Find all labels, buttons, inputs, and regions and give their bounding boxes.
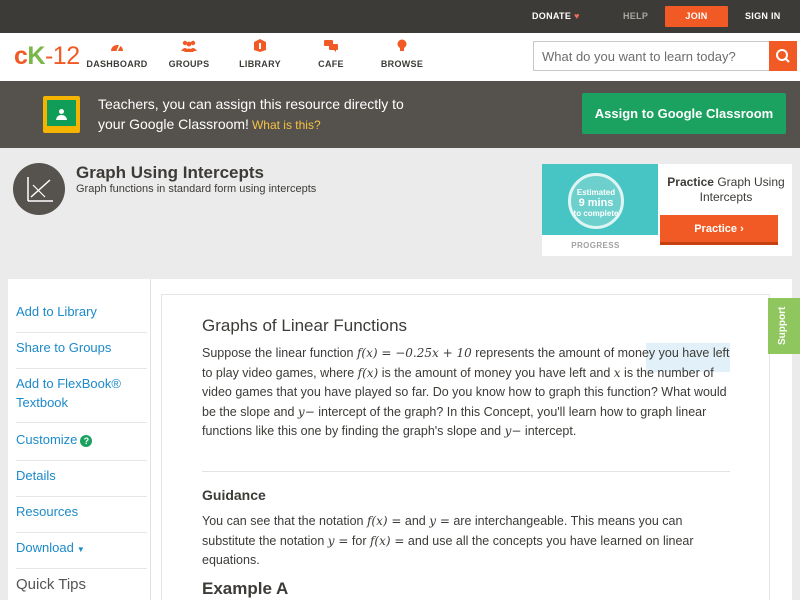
nav-dashboard[interactable]: DASHBOARD <box>82 39 152 69</box>
example-a-heading: Example A <box>202 579 289 598</box>
library-icon <box>225 39 295 57</box>
ck12-logo[interactable]: cK-12 <box>14 42 80 70</box>
search-button[interactable] <box>769 41 797 71</box>
dashboard-icon <box>82 39 152 57</box>
article-title: Graphs of Linear Functions <box>202 316 408 335</box>
search-icon <box>776 49 790 63</box>
sidebar-item-add-to-flexbook[interactable]: Add to FlexBook® Textbook <box>16 374 147 423</box>
join-button[interactable]: JOIN <box>665 6 728 27</box>
nav-groups[interactable]: GROUPS <box>154 39 224 69</box>
assign-google-classroom-button[interactable]: Assign to Google Classroom <box>582 93 786 134</box>
donate-link[interactable]: DONATE ♥ <box>532 0 580 33</box>
caret-down-icon: ▼ <box>76 545 85 554</box>
concept-subtitle: Graph functions in standard form using i… <box>76 183 317 195</box>
search-input[interactable] <box>533 41 769 71</box>
donate-label: DONATE <box>532 11 572 21</box>
nav-browse[interactable]: BROWSE <box>367 39 437 69</box>
help-icon[interactable]: ? <box>80 435 93 447</box>
cafe-icon <box>296 39 366 57</box>
progress-label: PROGRESS <box>571 241 620 250</box>
sidebar-item-share-to-groups[interactable]: Share to Groups <box>16 338 147 369</box>
top-bar: DONATE ♥ HELP JOIN SIGN IN <box>0 0 800 33</box>
nav-library[interactable]: LIBRARY <box>225 39 295 69</box>
article: Graphs of Linear Functions Suppose the l… <box>161 294 770 600</box>
main-nav: cK-12 DASHBOARD GROUPS LIBRARY CAFE BROW… <box>0 33 800 81</box>
browse-icon <box>367 39 437 57</box>
progress-graphic: Estimated 9 mins to complete <box>542 164 658 235</box>
practice-button[interactable]: Practice › <box>660 215 778 245</box>
graph-concept-icon <box>13 163 65 215</box>
heart-icon: ♥ <box>574 11 580 21</box>
sidebar-item-customize[interactable]: Customize? <box>16 430 147 461</box>
teacher-message: Teachers, you can assign this resource d… <box>98 96 404 132</box>
support-tab[interactable]: Support <box>768 298 800 354</box>
guidance-paragraph: You can see that the notation f(x) = and… <box>202 514 694 567</box>
groups-icon <box>154 39 224 57</box>
what-is-this-link[interactable]: What is this? <box>252 118 321 132</box>
guidance-heading: Guidance <box>202 487 266 503</box>
sidebar-item-resources[interactable]: Resources <box>16 502 147 533</box>
practice-card: Estimated 9 mins to complete PROGRESS Pr… <box>542 164 792 256</box>
sidebar-item-details[interactable]: Details <box>16 466 147 497</box>
sign-in-link[interactable]: SIGN IN <box>745 0 781 33</box>
sidebar-item-download[interactable]: Download ▼ <box>16 538 147 569</box>
practice-heading: Practice Graph Using Intercepts <box>667 175 785 204</box>
help-link[interactable]: HELP <box>623 0 648 33</box>
google-classroom-icon <box>43 96 80 133</box>
concept-title: Graph Using Intercepts <box>76 163 264 182</box>
chevron-right-icon: › <box>740 223 744 235</box>
quick-tips-heading: Quick Tips <box>16 576 87 593</box>
intro-paragraph: Suppose the linear function f(x) = −0.25… <box>202 346 730 438</box>
divider <box>202 471 730 472</box>
estimated-time-badge: Estimated 9 mins to complete <box>568 173 624 229</box>
sidebar-item-add-to-library[interactable]: Add to Library <box>16 302 147 333</box>
sidebar: Add to Library Share to Groups Add to Fl… <box>8 279 151 600</box>
nav-cafe[interactable]: CAFE <box>296 39 366 69</box>
